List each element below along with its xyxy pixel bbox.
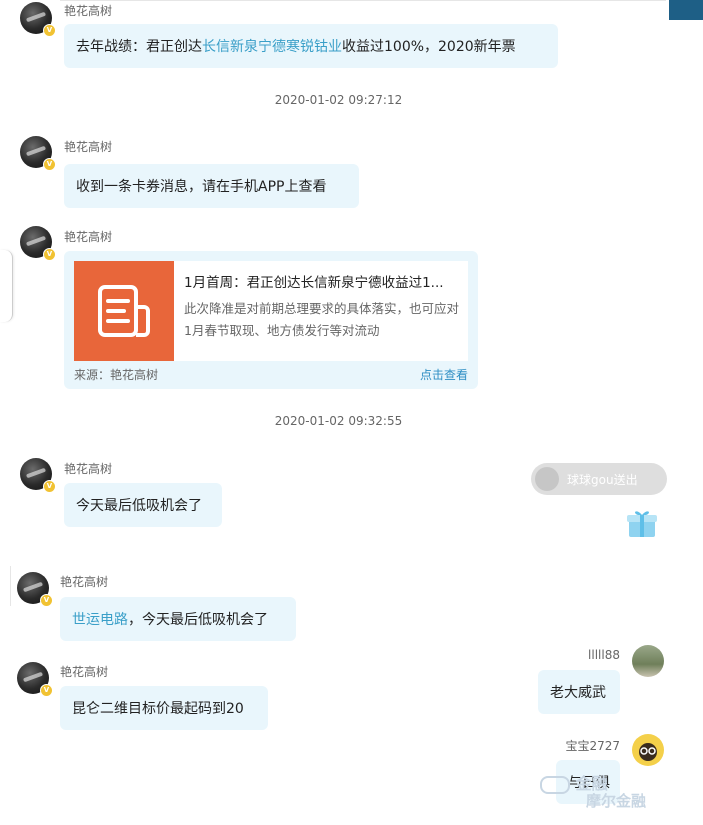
verified-badge-icon: V	[40, 594, 53, 607]
message-text: 收益过100%，2020新年票	[342, 39, 516, 55]
avatar[interactable]	[632, 645, 664, 677]
verified-badge-icon: V	[43, 158, 56, 171]
verified-badge-icon: V	[40, 684, 53, 697]
avatar[interactable]	[632, 734, 664, 766]
gift-box-icon[interactable]	[626, 509, 658, 539]
stock-link[interactable]: 世运电路	[72, 609, 128, 629]
avatar[interactable]: V	[20, 2, 56, 37]
message-text: 今天最后低吸机会了	[76, 498, 202, 514]
message-text: 老大威武	[550, 685, 606, 701]
message-bubble: 收到一条卡券消息，请在手机APP上查看	[64, 164, 359, 208]
card-body: 1月首周：君正创达长信新泉宁德收益过1... 此次降准是对前期总理要求的具体落实…	[74, 261, 468, 361]
message-bubble: 世运电路 ，今天最后低吸机会了	[60, 597, 296, 641]
avatar[interactable]: V	[20, 458, 56, 493]
watermark-brand: 摩尔金融	[586, 790, 646, 811]
article-card[interactable]: 1月首周：君正创达长信新泉宁德收益过1... 此次降准是对前期总理要求的具体落实…	[64, 251, 478, 389]
gift-text: 球球gou送出	[567, 472, 638, 487]
message-text: 收到一条卡券消息，请在手机APP上查看	[76, 179, 327, 195]
top-right-corner-block	[669, 0, 703, 20]
avatar[interactable]: V	[20, 136, 56, 171]
sender-name: 艳花高树	[64, 140, 113, 154]
card-thumbnail	[74, 261, 174, 361]
sender-name: 艳花高树	[64, 4, 113, 18]
divider	[10, 566, 11, 606]
stock-link[interactable]: 长信新泉宁德寒锐钴业	[202, 36, 342, 56]
message-bubble: 昆仑二维目标价最起码到20	[60, 686, 268, 730]
verified-badge-icon: V	[43, 248, 56, 261]
sender-name: lllll88	[588, 648, 620, 662]
timestamp: 2020-01-02 09:27:12	[274, 93, 403, 107]
document-icon	[98, 285, 150, 337]
avatar[interactable]: V	[17, 662, 53, 697]
card-source: 来源：艳花高树	[74, 368, 159, 382]
card-title: 1月首周：君正创达长信新泉宁德收益过1...	[184, 275, 444, 291]
timestamp: 2020-01-02 09:32:55	[274, 414, 403, 428]
view-link[interactable]: 点击查看	[420, 366, 468, 383]
gift-sender-avatar	[535, 467, 559, 491]
sender-name: 艳花高树	[64, 230, 113, 244]
sender-name: 艳花高树	[60, 665, 109, 679]
top-divider	[60, 0, 666, 1]
watermark-brand-text: 摩尔金融	[586, 792, 647, 810]
verified-badge-icon: V	[43, 480, 56, 493]
avatar[interactable]: V	[17, 572, 53, 607]
side-drawer-handle[interactable]	[0, 250, 13, 322]
sender-name: 宝宝2727	[565, 739, 620, 753]
message-bubble: 老大威武	[538, 670, 620, 714]
message-text: ，今天最后低吸机会了	[128, 612, 268, 628]
message-text: 去年战绩：君正创达	[76, 39, 202, 55]
sender-name: 艳花高树	[60, 575, 109, 589]
card-description: 此次降准是对前期总理要求的具体落实，也可应对1月春节取现、地方债发行等对流动	[184, 301, 460, 338]
message-bubble: 今天最后低吸机会了	[64, 483, 222, 527]
avatar[interactable]: V	[20, 226, 56, 261]
verified-badge-icon: V	[43, 24, 56, 37]
sender-name: 艳花高树	[64, 462, 113, 476]
message-bubble: 去年战绩：君正创达 长信新泉宁德寒锐钴业 收益过100%，2020新年票	[64, 24, 558, 68]
message-text: 昆仑二维目标价最起码到20	[72, 701, 244, 717]
gift-notification: 球球gou送出	[531, 463, 667, 495]
